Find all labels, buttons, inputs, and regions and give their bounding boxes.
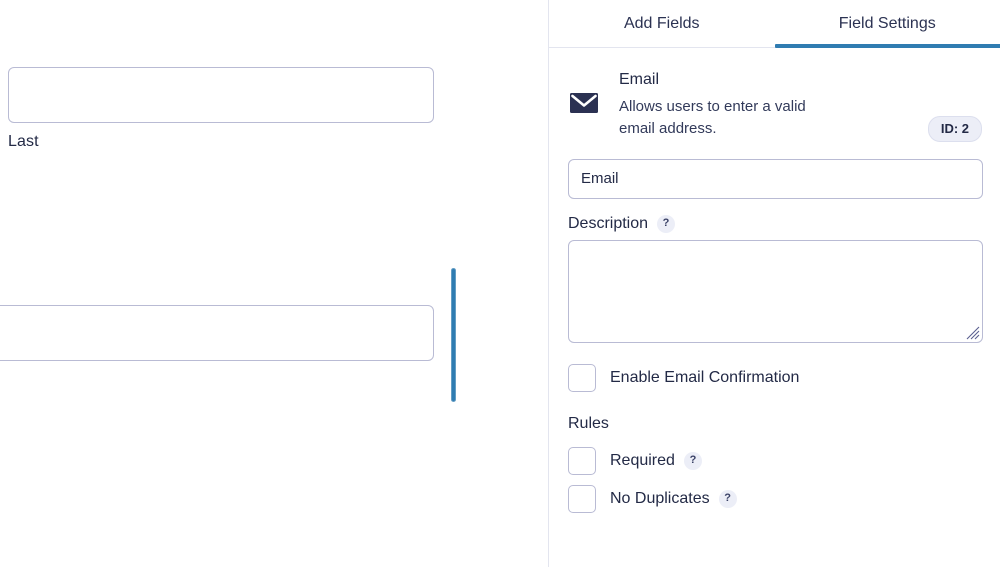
field-settings-form: Description ? Enable Email Confirmation … [549,158,1000,513]
rules-heading: Rules [568,414,609,432]
tab-add-fields-label: Add Fields [623,14,700,32]
field-type-name: Email [619,71,660,88]
rule-required-label: Required [610,451,675,469]
rule-required-help-icon[interactable]: ? [683,451,702,470]
description-label: Description [568,214,649,232]
email-confirmation-label: Enable Email Confirmation [610,368,800,386]
field-settings-panel: Add Fields Field Settings Email Allows u… [549,0,1000,567]
rule-no-duplicates-help-icon[interactable]: ? [718,489,737,508]
field-id-badge: ID: 2 [927,116,982,142]
preview-email-input[interactable] [0,305,434,361]
rule-no-duplicates-label: No Duplicates [610,489,710,507]
field-description-textarea[interactable] [568,239,983,343]
rule-no-duplicates-row[interactable]: No Duplicates ? [568,484,982,513]
description-label-row: Description ? [568,214,982,233]
rule-no-duplicates-checkbox[interactable] [568,484,596,513]
email-confirmation-row[interactable]: Enable Email Confirmation [568,363,982,392]
tab-field-settings[interactable]: Field Settings [774,0,1000,48]
description-textarea-wrap [568,239,983,343]
field-drop-indicator[interactable] [451,268,456,402]
preview-name-last-sublabel: Last [8,133,39,150]
tab-add-fields[interactable]: Add Fields [549,0,775,47]
preview-name-first-input[interactable] [8,67,434,123]
envelope-icon [569,88,599,118]
email-confirmation-checkbox[interactable] [568,363,596,392]
rule-required-checkbox[interactable] [568,446,596,475]
settings-tab-bar: Add Fields Field Settings [549,0,1000,48]
tab-field-settings-label: Field Settings [838,14,936,32]
rule-required-row[interactable]: Required ? [568,446,982,475]
form-preview-pane: Last [0,0,549,567]
field-type-description: Allows users to enter a valid email addr… [619,98,806,137]
description-help-icon[interactable]: ? [657,214,676,233]
field-label-input[interactable] [568,158,983,199]
field-header: Email Allows users to enter a valid emai… [549,48,1000,142]
